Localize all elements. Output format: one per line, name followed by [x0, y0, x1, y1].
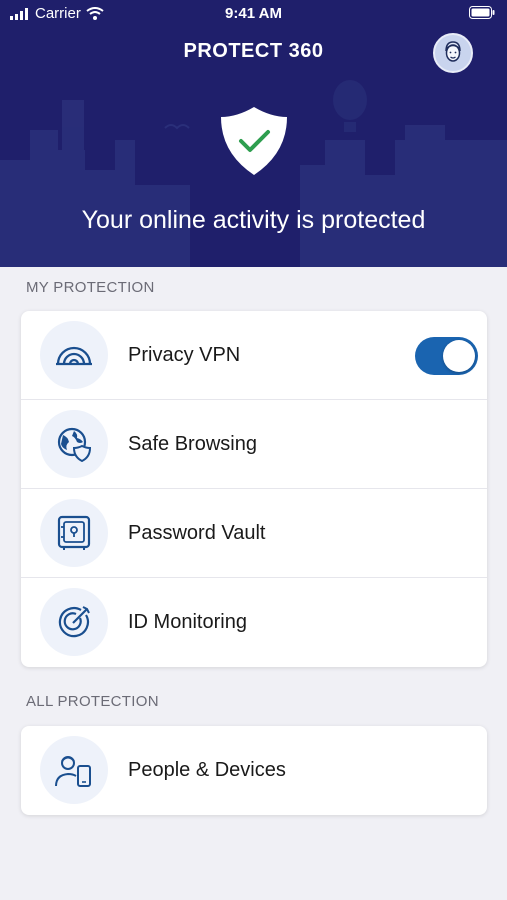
- status-bar: Carrier 9:41 AM: [0, 0, 507, 28]
- list-item-password-vault[interactable]: Password Vault: [21, 489, 487, 578]
- profile-avatar-button[interactable]: [433, 33, 473, 73]
- list-item-id-monitoring[interactable]: ID Monitoring: [21, 578, 487, 667]
- password-vault-label: Password Vault: [128, 522, 266, 544]
- privacy-vpn-toggle[interactable]: [415, 337, 478, 375]
- user-face-icon: [445, 41, 461, 62]
- app-title: PROTECT 360: [183, 40, 324, 62]
- vpn-signal-icon: [40, 321, 108, 389]
- id-monitoring-label: ID Monitoring: [128, 611, 247, 633]
- target-radar-icon: [40, 588, 108, 656]
- my-protection-card: Privacy VPN Safe Browsing Password Vault…: [21, 311, 487, 667]
- list-item-people-devices[interactable]: People & Devices: [21, 726, 487, 815]
- privacy-vpn-label: Privacy VPN: [128, 344, 241, 366]
- status-time: 9:41 AM: [225, 5, 282, 22]
- section-label-my-protection: MY PROTECTION: [26, 279, 155, 296]
- toggle-knob: [443, 340, 475, 372]
- safe-browsing-label: Safe Browsing: [128, 433, 257, 455]
- vault-safe-icon: [40, 499, 108, 567]
- globe-shield-icon: [40, 410, 108, 478]
- list-item-privacy-vpn[interactable]: Privacy VPN: [21, 311, 487, 400]
- battery-icon: [469, 6, 495, 19]
- person-phone-icon: [40, 736, 108, 804]
- header: Carrier 9:41 AM PROTECT 360 Your online …: [0, 0, 507, 267]
- section-label-all-protection: ALL PROTECTION: [26, 693, 159, 710]
- people-devices-label: People & Devices: [128, 759, 286, 781]
- protected-shield-check-icon: [221, 107, 287, 175]
- protection-status-message: Your online activity is protected: [81, 206, 426, 234]
- list-item-safe-browsing[interactable]: Safe Browsing: [21, 400, 487, 489]
- all-protection-card: People & Devices: [21, 726, 487, 815]
